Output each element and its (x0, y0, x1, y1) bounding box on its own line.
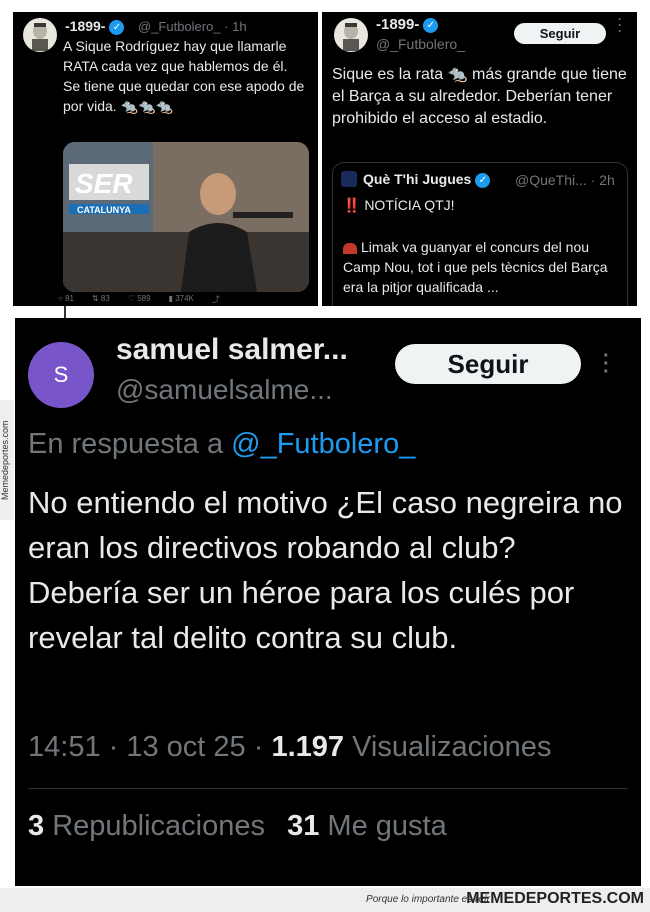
reply-context: En respuesta a @_Futbolero_ (28, 428, 416, 460)
avatar[interactable] (23, 18, 57, 52)
tweet-text: A Sique Rodríguez hay que llamarle RATA … (63, 38, 305, 114)
tweet-stats: ○ 81 ⇅ 83 ♡ 589 ▮ 374K ⤴ (58, 294, 220, 305)
stadium-icon (343, 242, 357, 254)
repost-stat[interactable]: ⇅ 83 (92, 294, 110, 305)
author-handle[interactable]: @_Futbolero_ · 1h (138, 19, 247, 34)
views-count: 1.197 (271, 731, 345, 763)
reply-to-link[interactable]: @_Futbolero_ (231, 428, 415, 460)
likes-stat[interactable]: 31 Me gusta (287, 810, 447, 842)
avatar[interactable]: S (28, 342, 94, 408)
more-options-icon[interactable]: · · · (603, 346, 611, 382)
footer-watermark: Porque lo importante es reír MEMEDEPORTE… (0, 888, 650, 912)
tweet-panel-2: -1899- ✓ @_Futbolero_ Seguir · · · Sique es… (322, 12, 637, 306)
side-watermark: Memedeportes.com (0, 400, 14, 520)
tweet-text: No entiendo el motivo ¿El caso negreira … (28, 485, 623, 655)
author-handle[interactable]: @samuelsalme... (116, 374, 333, 406)
tweet-panel-3: S samuel salmer... @samuelsalme... Segui… (15, 318, 641, 886)
engagement-stats: 3 Republicaciones 31 Me gusta (28, 810, 447, 843)
quote-avatar (341, 171, 357, 187)
follow-button[interactable]: Seguir (514, 23, 606, 44)
tweet-photo[interactable]: SER CATALUNYA (63, 142, 309, 292)
tweet-text: Sique es la rata 🐀 más grande que tiene … (332, 66, 627, 127)
radio-studio-photo (63, 142, 309, 292)
tweet-meta: 14:51 · 13 oct 25 · 1.197 Visualizacione… (28, 731, 551, 764)
verified-badge-icon: ✓ (423, 17, 439, 33)
portrait-sketch-icon (32, 23, 48, 51)
quote-text-headline: ‼️ NOTÍCIA QTJ! (343, 197, 455, 213)
like-stat[interactable]: ♡ 589 (128, 294, 151, 305)
more-options-icon[interactable]: · · · (618, 13, 623, 37)
tweet-panel-1: -1899- ✓ @_Futbolero_ · 1h A Sique Rodríg… (13, 12, 318, 306)
author-name[interactable]: samuel salmer... (116, 333, 348, 367)
verified-badge-icon: ✓ (109, 19, 125, 35)
quote-author-name: Què T'hi Jugues ✓ (363, 171, 491, 188)
follow-button[interactable]: Seguir (395, 344, 581, 384)
photo-sublogo: CATALUNYA (77, 205, 131, 215)
reposts-stat[interactable]: 3 Republicaciones (28, 810, 265, 842)
verified-badge-icon: ✓ (475, 172, 491, 188)
photo-logo: SER (75, 168, 133, 199)
author-name[interactable]: -1899- ✓ (376, 16, 439, 33)
share-icon[interactable]: ⤴ (212, 294, 220, 305)
views-label: Visualizaciones (352, 731, 552, 763)
avatar[interactable] (334, 18, 368, 52)
author-handle[interactable]: @_Futbolero_ (376, 36, 465, 52)
divider (28, 788, 628, 789)
quote-author-handle: @QueThi... · 2h (515, 172, 615, 188)
quoted-tweet[interactable]: Què T'hi Jugues ✓ @QueThi... · 2h ‼️ NOTÍ… (332, 162, 628, 306)
tweet-timestamp[interactable]: 14:51 · 13 oct 25 · (28, 731, 263, 763)
portrait-sketch-icon (343, 23, 359, 51)
footer-brand-logo: MEMEDEPORTES.COM (466, 890, 644, 907)
views-stat[interactable]: ▮ 374K (169, 294, 194, 305)
quote-text-body: Limak va guanyar el concurs del nou Camp… (343, 239, 608, 295)
author-name[interactable]: -1899- ✓ (65, 18, 125, 35)
reply-stat[interactable]: ○ 81 (58, 294, 74, 305)
